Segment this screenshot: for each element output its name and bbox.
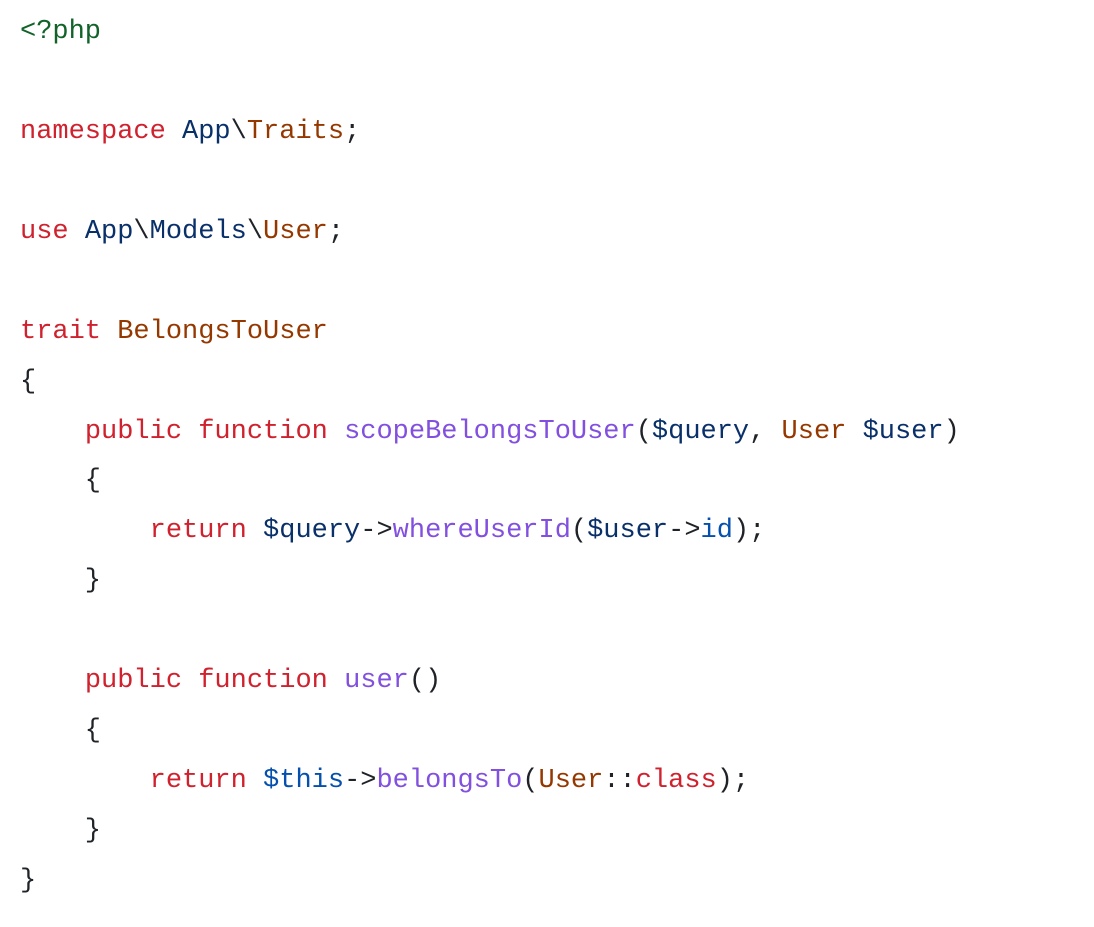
code-token: class [636, 766, 717, 796]
code-line: public function user() [20, 666, 441, 696]
code-token: belongsTo [376, 766, 522, 796]
code-token [846, 417, 862, 447]
code-token: ( [522, 766, 538, 796]
code-token: { [20, 716, 101, 746]
code-token: ) [944, 417, 960, 447]
code-token: scopeBelongsToUser [344, 417, 636, 447]
code-token: { [20, 466, 101, 496]
code-token: , [749, 417, 781, 447]
code-token: { [20, 367, 36, 397]
code-token: -> [668, 516, 700, 546]
code-line: <?php [20, 17, 101, 47]
code-token: use [20, 217, 85, 247]
code-token: \ [247, 217, 263, 247]
code-token: $query [263, 516, 360, 546]
code-token: -> [360, 516, 392, 546]
code-block: <?php namespace App\Traits; use App\Mode… [0, 0, 1094, 927]
code-line: return $query->whereUserId($user->id); [20, 516, 765, 546]
code-token: () [409, 666, 441, 696]
code-token: User [263, 217, 328, 247]
code-token: BelongsToUser [117, 317, 328, 347]
code-token: ( [571, 516, 587, 546]
code-token: \ [231, 117, 247, 147]
code-token: User [782, 417, 847, 447]
code-line: } [20, 866, 36, 896]
code-token: public [85, 666, 198, 696]
code-token: $user [587, 516, 668, 546]
code-line: } [20, 816, 101, 846]
code-token: namespace [20, 117, 182, 147]
code-token: ; [344, 117, 360, 147]
code-token: ; [328, 217, 344, 247]
code-token: whereUserId [393, 516, 571, 546]
code-token: -> [344, 766, 376, 796]
code-token: Traits [247, 117, 344, 147]
code-line: } [20, 566, 101, 596]
code-line: { [20, 367, 36, 397]
code-line: { [20, 716, 101, 746]
code-token: return [150, 516, 263, 546]
code-token [20, 516, 150, 546]
code-token: $this [263, 766, 344, 796]
code-token: } [20, 866, 36, 896]
code-token: } [20, 566, 101, 596]
code-token: ); [717, 766, 749, 796]
code-token: return [150, 766, 263, 796]
code-token: id [701, 516, 733, 546]
code-token: Models [150, 217, 247, 247]
code-token: function [198, 666, 344, 696]
code-token: <?php [20, 17, 101, 47]
code-token: ); [733, 516, 765, 546]
code-token: public [85, 417, 198, 447]
code-line: public function scopeBelongsToUser($quer… [20, 417, 960, 447]
code-line: use App\Models\User; [20, 217, 344, 247]
code-line: return $this->belongsTo(User::class); [20, 766, 749, 796]
code-token: function [198, 417, 344, 447]
code-token: User [539, 766, 604, 796]
code-token: App [182, 117, 231, 147]
code-token [20, 417, 85, 447]
code-token: :: [603, 766, 635, 796]
code-token: \ [133, 217, 149, 247]
code-token: $query [652, 417, 749, 447]
code-token [20, 666, 85, 696]
code-token: user [344, 666, 409, 696]
code-token: } [20, 816, 101, 846]
code-line: trait BelongsToUser [20, 317, 328, 347]
code-line: namespace App\Traits; [20, 117, 360, 147]
code-line: { [20, 466, 101, 496]
code-token [20, 766, 150, 796]
code-token: App [85, 217, 134, 247]
code-token: trait [20, 317, 117, 347]
code-token: ( [636, 417, 652, 447]
code-token: $user [863, 417, 944, 447]
